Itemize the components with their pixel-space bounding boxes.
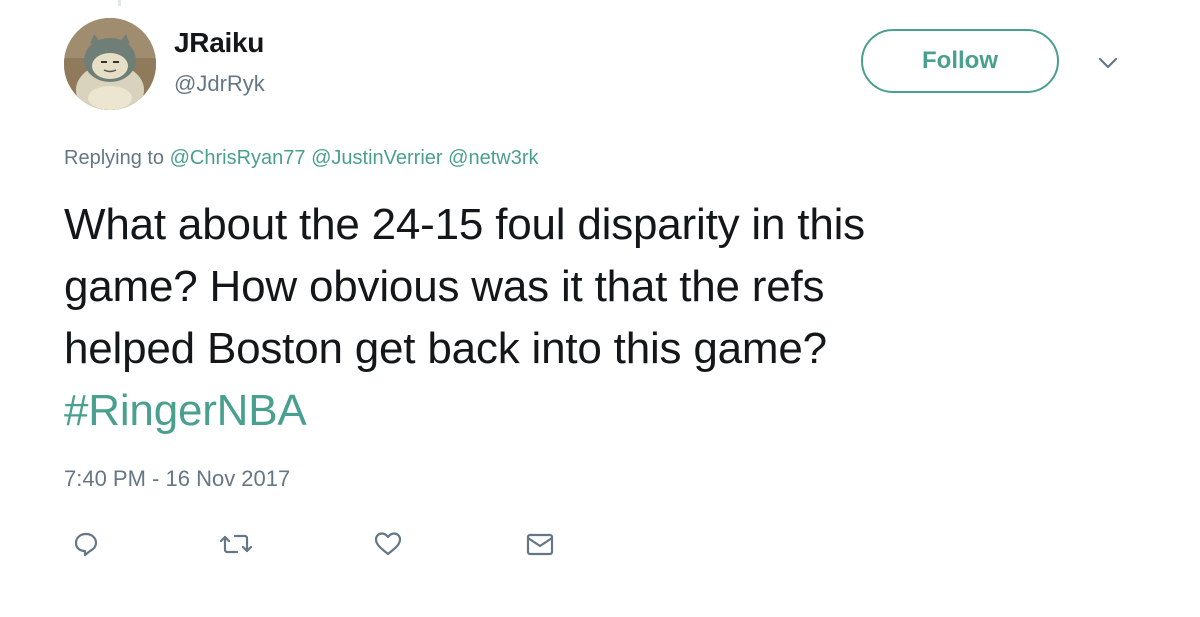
tweet-card: JRaiku @JdrRyk Follow Replying to @Chris… [0, 0, 1200, 617]
follow-button[interactable]: Follow [861, 29, 1059, 93]
mention-link[interactable]: @ChrisRyan77 [170, 147, 306, 169]
tweet-text-line: helped Boston get back into this game? [64, 324, 827, 373]
direct-message-icon [526, 533, 554, 556]
replying-to-line: Replying to @ChrisRyan77 @JustinVerrier … [64, 147, 538, 170]
retweet-button[interactable] [216, 524, 256, 564]
like-icon [374, 532, 402, 556]
chevron-down-icon[interactable] [1095, 52, 1121, 74]
snorlax-avatar-icon [64, 18, 156, 110]
tweet-text-line: game? How obvious was it that the refs [64, 262, 825, 311]
mention-link[interactable]: @netw3rk [448, 147, 538, 169]
reply-icon [74, 532, 98, 557]
avatar[interactable] [64, 18, 156, 110]
hashtag-link[interactable]: #RingerNBA [64, 380, 1124, 442]
like-button[interactable] [368, 524, 408, 564]
top-divider-mark [118, 0, 121, 6]
user-display-name[interactable]: JRaiku [174, 27, 264, 59]
tweet-text-line: What about the 24-15 foul disparity in t… [64, 200, 865, 249]
direct-message-button[interactable] [520, 524, 560, 564]
retweet-icon [219, 534, 253, 554]
tweet-timestamp[interactable]: 7:40 PM - 16 Nov 2017 [64, 466, 290, 492]
tweet-text: What about the 24-15 foul disparity in t… [64, 194, 1124, 442]
replying-to-label: Replying to [64, 147, 165, 169]
user-handle[interactable]: @JdrRyk [174, 71, 265, 97]
reply-button[interactable] [66, 524, 106, 564]
mention-link[interactable]: @JustinVerrier [311, 147, 442, 169]
tweet-actions [64, 524, 584, 564]
